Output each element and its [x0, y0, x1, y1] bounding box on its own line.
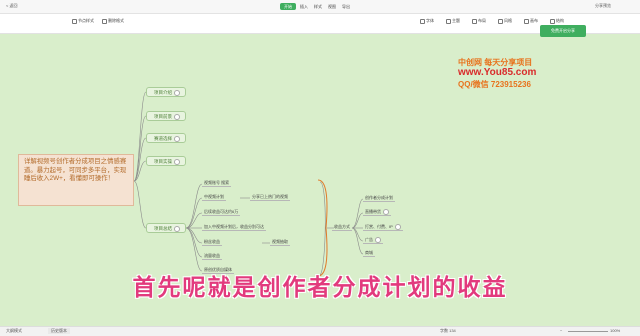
add-icon[interactable]: [383, 208, 389, 215]
tab-export[interactable]: 导出: [340, 3, 352, 10]
structure-tool[interactable]: 结构: [550, 18, 564, 24]
node-label: 赛道选择: [154, 136, 172, 141]
node-right-4[interactable]: 商城: [363, 249, 375, 257]
node-label: 广告: [365, 237, 373, 242]
node-right-1[interactable]: 直播带货: [363, 208, 391, 216]
theme-tool[interactable]: 主题: [446, 18, 460, 24]
share-open-label: 免费开启分享: [551, 28, 575, 33]
tab-style[interactable]: 样式: [312, 3, 324, 10]
add-icon[interactable]: [174, 89, 180, 96]
share-preview-link[interactable]: 分享预览: [595, 3, 611, 9]
node-l2-0[interactable]: 视频账号 搜索: [202, 179, 232, 187]
word-count: 字数 134: [440, 328, 456, 333]
node-style-tool[interactable]: 节点样式: [72, 18, 94, 24]
theme-icon: [446, 18, 451, 24]
layout-tool[interactable]: 布局: [472, 18, 486, 24]
node-right-3[interactable]: 广告: [363, 236, 383, 244]
zoom-slider[interactable]: [568, 331, 608, 332]
theme-label: 主题: [452, 18, 460, 23]
node-l2-2[interactable]: 后续收益可达约6万: [202, 208, 241, 216]
node-label: 视频账号 搜索: [204, 180, 230, 185]
canvas-icon: [524, 18, 529, 24]
structure-label: 结构: [556, 18, 564, 23]
node-label: 项目介绍: [154, 90, 172, 95]
clear-format-label: 删除格式: [108, 18, 124, 23]
node-label: 创作者分成计划: [365, 195, 393, 200]
node-l3-1[interactable]: 视频抽取: [270, 238, 290, 246]
zoom-level: 100%: [610, 328, 621, 333]
node-label: 粉丝收益: [204, 239, 220, 244]
node-label: 分享已上热门的视频: [252, 194, 288, 199]
history-button[interactable]: 历史版本: [48, 328, 70, 334]
font-tool[interactable]: 字体: [420, 18, 434, 24]
video-caption: 首先呢就是创作者分成计划的收益: [132, 274, 508, 301]
outline-mode-button[interactable]: 大纲模式: [6, 328, 22, 334]
node-label: 项目前景: [154, 114, 172, 119]
tab-start[interactable]: 开始: [280, 3, 296, 10]
node-project-outlook[interactable]: 项目前景: [146, 111, 186, 121]
style-tool[interactable]: 风格: [498, 18, 512, 24]
node-label: 商城: [365, 250, 373, 255]
font-label: 字体: [426, 18, 434, 23]
add-icon[interactable]: [394, 223, 401, 230]
clear-format-tool[interactable]: 删除格式: [102, 18, 124, 24]
layout-label: 布局: [478, 18, 486, 23]
node-project-intro[interactable]: 项目介绍: [146, 87, 186, 97]
promo-line-3: QQ/微信 723915236: [458, 80, 531, 89]
tab-view[interactable]: 视图: [326, 3, 338, 10]
note-card[interactable]: 详解视频号创作者分成项目之情感赛道。暴力起号，可同步多平台，实现睡后收入2W+，…: [18, 154, 134, 206]
canvas-label: 画布: [530, 18, 538, 23]
node-l2-3[interactable]: 加入中视频计划后，收益分别可达: [202, 223, 266, 231]
canvas-tool[interactable]: 画布: [524, 18, 538, 24]
tab-insert[interactable]: 插入: [298, 3, 310, 10]
node-l2-1[interactable]: 中视频计划: [202, 193, 226, 201]
node-label: 视频抽取: [272, 239, 288, 244]
node-label: 项目总结: [154, 226, 172, 231]
node-right-0[interactable]: 创作者分成计划: [363, 194, 395, 202]
node-l2-4[interactable]: 粉丝收益: [202, 238, 222, 246]
node-label: 收益方式: [334, 224, 350, 229]
promo-line-2: www.You85.com: [458, 67, 537, 78]
eraser-icon: [102, 18, 107, 24]
node-track-selection[interactable]: 赛道选择: [146, 133, 186, 143]
node-label: 直播带货: [365, 209, 381, 214]
node-label: 后续收益可达约6万: [204, 209, 239, 214]
top-menu-bar: < 返回 开始 插入 样式 视图 导出 分享预览: [0, 0, 640, 14]
back-button[interactable]: < 返回: [6, 3, 17, 9]
node-project-summary[interactable]: 项目总结: [146, 223, 186, 233]
node-label: 中视频计划: [204, 194, 224, 199]
node-label: 流量收益: [204, 253, 220, 258]
node-l2-5[interactable]: 流量收益: [202, 252, 222, 260]
node-branch-center[interactable]: 收益方式: [332, 223, 352, 231]
style-icon: [498, 18, 503, 24]
note-text: 详解视频号创作者分成项目之情感赛道。暴力起号，可同步多平台，实现睡后收入2W+，…: [24, 158, 127, 183]
node-label: 项目实操: [154, 159, 172, 164]
node-label: 打赏、付费、IP: [365, 224, 393, 229]
add-icon[interactable]: [174, 158, 180, 165]
layout-icon: [472, 18, 477, 24]
share-open-button[interactable]: 免费开启分享: [540, 25, 586, 37]
add-icon[interactable]: [174, 113, 180, 120]
structure-icon: [550, 18, 555, 24]
style-label: 风格: [504, 18, 512, 23]
zoom-out-icon[interactable]: −: [560, 328, 562, 334]
node-project-practice[interactable]: 项目实操: [146, 156, 186, 166]
node-label: 加入中视频计划后，收益分别可达: [204, 224, 264, 229]
node-l3-0[interactable]: 分享已上热门的视频: [250, 193, 290, 201]
add-icon[interactable]: [375, 236, 381, 243]
node-style-label: 节点样式: [78, 18, 94, 23]
brush-icon: [72, 18, 77, 24]
font-icon: [420, 18, 425, 24]
add-icon[interactable]: [174, 135, 180, 142]
add-icon[interactable]: [174, 225, 180, 232]
node-right-2[interactable]: 打赏、付费、IP: [363, 223, 403, 231]
